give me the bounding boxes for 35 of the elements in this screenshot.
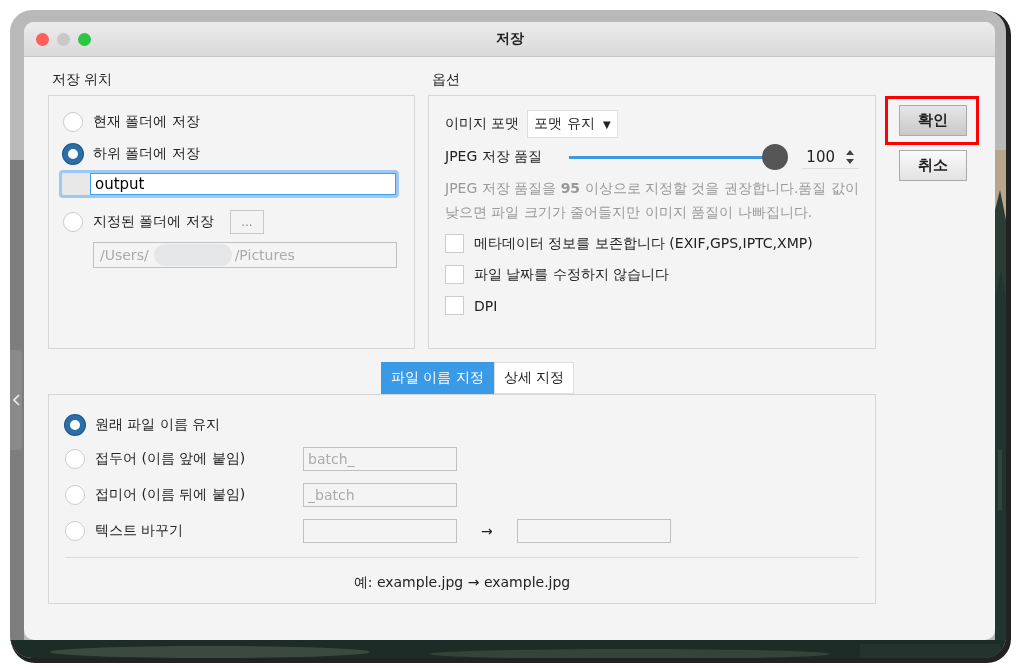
example-text: 예: example.jpg → example.jpg <box>353 574 571 590</box>
section-title: 저장 위치 <box>52 71 113 87</box>
checkbox[interactable] <box>445 296 464 315</box>
checkbox-label: 메타데이터 정보를 보존합니다 (EXIF,GPS,IPTC,XMP) <box>474 234 813 253</box>
radio-label: 접두어 (이름 앞에 붙임) <box>95 450 247 468</box>
field-label: 이미지 포맷 <box>445 115 520 133</box>
window-title: 저장 <box>495 30 524 46</box>
radio-button[interactable] <box>65 415 85 435</box>
checkbox[interactable] <box>445 265 464 284</box>
radio-label: 지정된 폴더에 저장 <box>93 213 214 231</box>
sidebar-handle[interactable] <box>10 350 22 450</box>
subfolder-field[interactable]: output <box>90 173 396 195</box>
dialog-button[interactable]: 확인 <box>899 105 967 136</box>
dialog-button[interactable]: 취소 <box>899 150 967 181</box>
hint-text: JPEG 저장 품질을 95 이상으로 지정할 것을 권장합니다.품질 값이 낮으면 파일 크기가 줄어들지만 이미지 품질이 나빠집니다. <box>445 179 859 222</box>
checkbox-label: 파일 날짜를 수정하지 않습니다 <box>474 265 670 284</box>
format-dropdown[interactable]: 포맷 유지 ▼ <box>527 110 618 138</box>
section-title: 옵션 <box>432 71 460 87</box>
quality-spinner[interactable]: 100 <box>802 145 859 169</box>
chevron-left-icon[interactable] <box>12 394 20 406</box>
window-control[interactable] <box>78 32 91 46</box>
window-control[interactable] <box>36 32 49 46</box>
arrow-text: → <box>481 523 493 539</box>
radio-label: 하위 폴더에 저장 <box>93 145 200 163</box>
radio-button[interactable] <box>63 144 83 164</box>
radio-label: 접미어 (이름 뒤에 붙임) <box>95 486 247 504</box>
window-control[interactable] <box>57 32 70 46</box>
checkbox[interactable] <box>445 234 464 253</box>
checkbox-label: DPI <box>474 297 498 314</box>
radio-label: 원래 파일 이름 유지 <box>95 416 222 434</box>
radio-label: 현재 폴더에 저장 <box>93 113 200 131</box>
spinner-arrows-icon <box>845 148 855 165</box>
radio-label: 텍스트 바꾸기 <box>95 522 185 540</box>
tab[interactable]: 상세 지정 <box>493 362 575 394</box>
field-label: JPEG 저장 품질 <box>445 148 543 166</box>
